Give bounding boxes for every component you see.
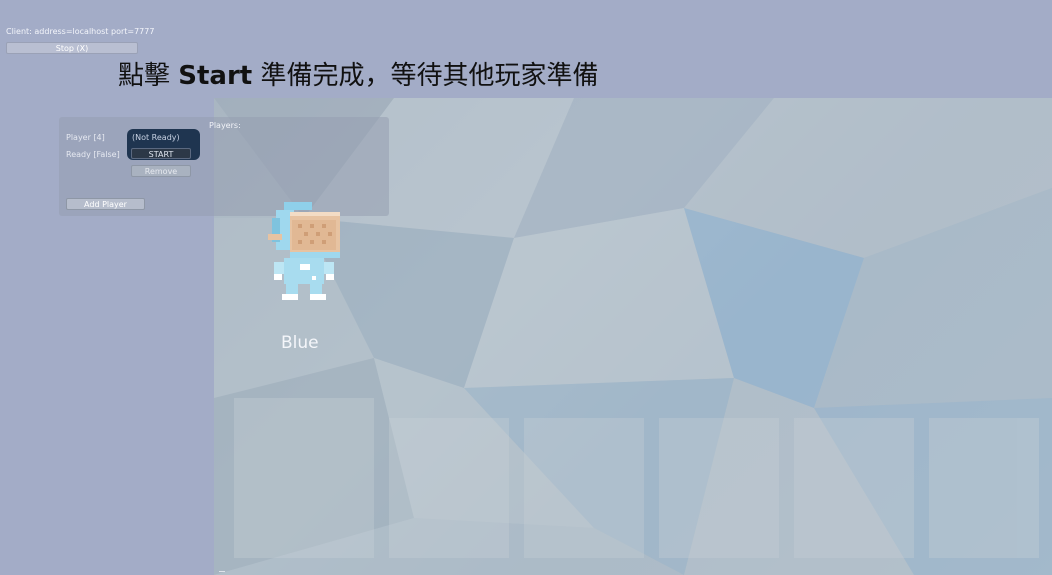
caption-prefix: 點擊: [118, 61, 179, 91]
player-name-label: Blue: [281, 333, 319, 353]
start-button[interactable]: START: [131, 148, 191, 159]
caption-start-keyword: Start: [178, 61, 253, 91]
client-address-text: Client: address=localhost port=7777: [6, 27, 155, 36]
instruction-caption: 點擊 Start 準備完成，等待其他玩家準備: [118, 55, 598, 92]
caption-suffix: 準備完成，等待其他玩家準備: [252, 61, 599, 91]
ready-state-label: Ready [False]: [66, 150, 120, 159]
stop-button[interactable]: Stop (X): [6, 42, 138, 54]
bottom-marker: [219, 571, 225, 572]
astronaut-character-icon: [268, 202, 340, 300]
players-label: Players:: [209, 121, 241, 130]
player-slot-label: Player [4]: [66, 133, 105, 142]
ready-status-text: (Not Ready): [132, 133, 180, 142]
remove-button[interactable]: Remove: [131, 165, 191, 177]
add-player-button[interactable]: Add Player: [66, 198, 145, 210]
